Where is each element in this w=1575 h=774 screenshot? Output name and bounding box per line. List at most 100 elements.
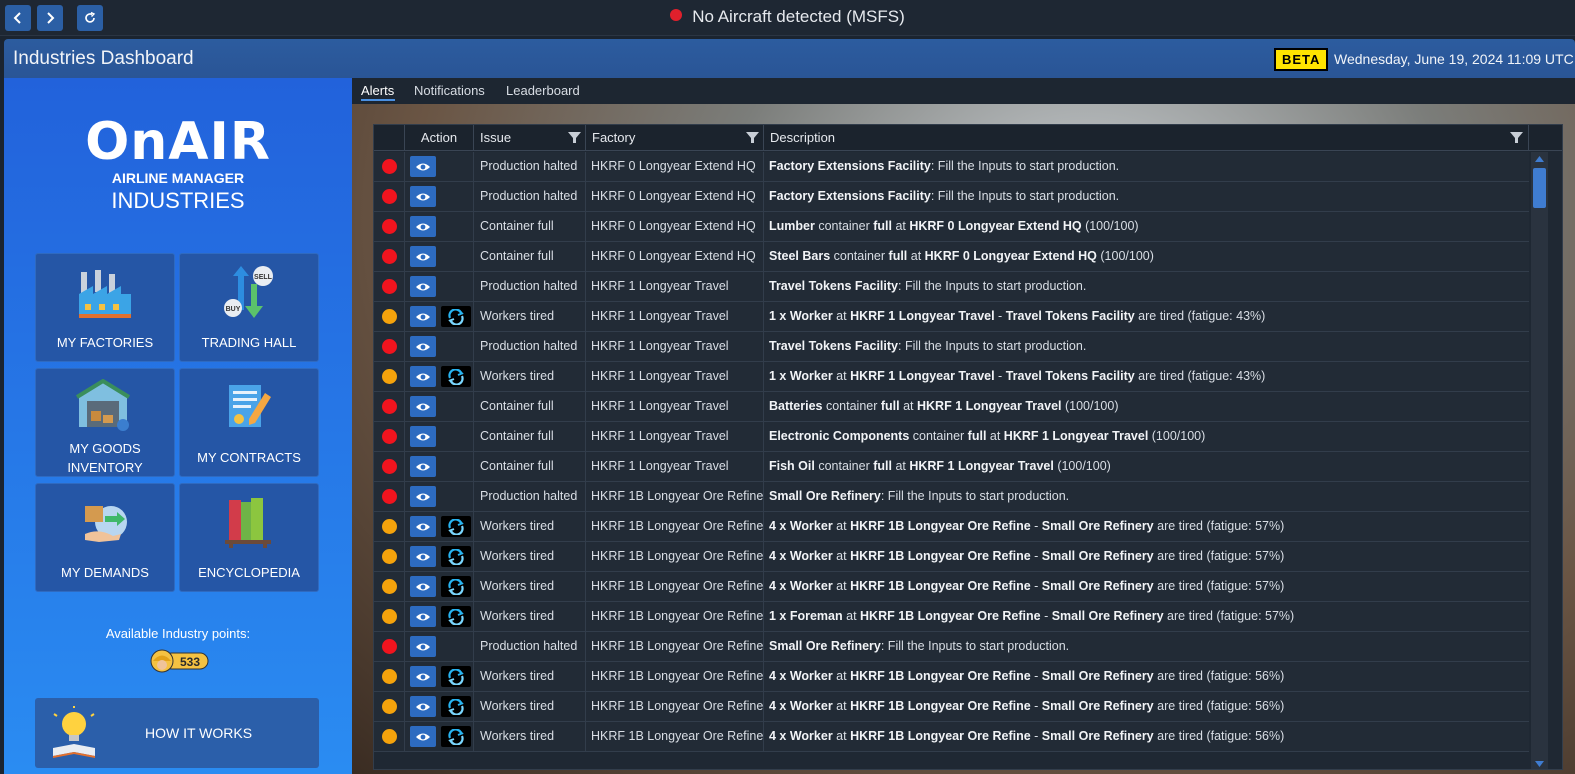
view-button[interactable] [410,336,436,357]
view-button[interactable] [410,696,436,717]
description-segment: - [994,309,1006,323]
description-segment: at [907,249,925,263]
view-button[interactable] [410,426,436,447]
issue-cell: Workers tired [474,512,586,541]
view-button[interactable] [410,456,436,477]
view-button[interactable] [410,246,436,267]
view-button[interactable] [410,276,436,297]
rotate-workers-button[interactable] [441,366,471,387]
table-row[interactable]: Container full HKRF 1 Longyear Travel Elec… [374,422,1529,452]
description-segment: Electronic Components [769,429,910,443]
rotate-workers-button[interactable] [441,666,471,687]
table-row[interactable]: Workers tired HKRF 1B Longyear Ore Refine… [374,542,1529,572]
table-row[interactable]: Workers tired HKRF 1B Longyear Ore Refine… [374,692,1529,722]
header-factory[interactable]: Factory [586,125,764,151]
trading-hall-tile[interactable]: SELL BUY TRADING HALL [179,253,319,362]
my-demands-tile[interactable]: MY DEMANDS [35,483,175,592]
view-button[interactable] [410,666,436,687]
table-header: Action Issue Factory Description [374,125,1562,151]
severity-dot-icon [382,339,397,354]
description-segment: at [891,219,910,233]
rotate-workers-button[interactable] [441,696,471,717]
issue-cell: Workers tired [474,362,586,391]
rotate-workers-button[interactable] [441,516,471,537]
view-button[interactable] [410,636,436,657]
table-row[interactable]: Workers tired HKRF 1B Longyear Ore Refine… [374,722,1529,752]
rotate-workers-button[interactable] [441,606,471,627]
table-row[interactable]: Container full HKRF 1 Longyear Travel Fish… [374,452,1529,482]
my-contracts-tile[interactable]: MY CONTRACTS [179,368,319,477]
description-segment: Travel Tokens Facility [769,339,898,353]
description-segment: HKRF 1 Longyear Travel [850,309,995,323]
description-segment: HKRF 0 Longyear Extend HQ [924,249,1097,263]
table-row[interactable]: Container full HKRF 1 Longyear Travel Batt… [374,392,1529,422]
how-it-works-button[interactable]: HOW IT WORKS [35,698,319,768]
scroll-up-button[interactable] [1531,152,1548,166]
header-issue[interactable]: Issue [474,125,586,151]
rotate-workers-button[interactable] [441,726,471,747]
view-button[interactable] [410,516,436,537]
table-row[interactable]: Workers tired HKRF 1 Longyear Travel 1 x W… [374,302,1529,332]
filter-icon[interactable] [746,131,759,144]
header-description[interactable]: Description [764,125,1529,151]
factory-cell: HKRF 0 Longyear Extend HQ [586,182,764,211]
demand-icon [36,494,174,552]
view-button[interactable] [410,306,436,327]
description-segment: : Fill the Inputs to start production. [880,639,1070,653]
encyclopedia-tile[interactable]: ENCYCLOPEDIA [179,483,319,592]
eye-icon [416,733,430,740]
rotate-workers-button[interactable] [441,576,471,597]
my-factories-tile[interactable]: MY FACTORIES [35,253,175,362]
eye-icon [416,433,430,440]
factory-cell: HKRF 0 Longyear Extend HQ [586,212,764,241]
view-button[interactable] [410,606,436,627]
severity-dot-icon [382,429,397,444]
view-button[interactable] [410,156,436,177]
table-scrollbar[interactable] [1531,152,1548,769]
view-button[interactable] [410,576,436,597]
table-row[interactable]: Workers tired HKRF 1B Longyear Ore Refine… [374,602,1529,632]
view-button[interactable] [410,726,436,747]
table-row[interactable]: Workers tired HKRF 1 Longyear Travel 1 x W… [374,362,1529,392]
filter-icon[interactable] [1510,131,1523,144]
warehouse-icon [36,379,174,437]
eye-icon [416,583,430,590]
rotate-workers-button[interactable] [441,546,471,567]
description-segment: full [873,219,892,233]
view-button[interactable] [410,546,436,567]
view-button[interactable] [410,216,436,237]
rotate-workers-button[interactable] [441,306,471,327]
view-button[interactable] [410,366,436,387]
action-cell [405,452,474,481]
view-button[interactable] [410,486,436,507]
table-row[interactable]: Production halted HKRF 1 Longyear Travel T… [374,332,1529,362]
refresh-icon [448,608,464,625]
issue-cell: Container full [474,392,586,421]
table-row[interactable]: Container full HKRF 0 Longyear Extend HQ S… [374,242,1529,272]
scroll-thumb[interactable] [1533,168,1546,208]
factory-cell: HKRF 1 Longyear Travel [586,452,764,481]
factory-cell: HKRF 1B Longyear Ore Refine [586,692,764,721]
tab-alerts[interactable]: Alerts [361,83,394,98]
table-row[interactable]: Workers tired HKRF 1B Longyear Ore Refine… [374,572,1529,602]
scroll-down-button[interactable] [1531,757,1548,769]
action-cell [405,212,474,241]
table-row[interactable]: Production halted HKRF 0 Longyear Extend … [374,182,1529,212]
table-row[interactable]: Container full HKRF 0 Longyear Extend HQ L… [374,212,1529,242]
table-row[interactable]: Workers tired HKRF 1B Longyear Ore Refine… [374,662,1529,692]
table-row[interactable]: Production halted HKRF 0 Longyear Extend … [374,152,1529,182]
severity-cell [374,182,405,211]
description-segment: at [891,459,910,473]
view-button[interactable] [410,396,436,417]
view-button[interactable] [410,186,436,207]
my-goods-inventory-tile[interactable]: MY GOODS INVENTORY [35,368,175,477]
table-row[interactable]: Production halted HKRF 1 Longyear Travel T… [374,272,1529,302]
tab-notifications[interactable]: Notifications [414,83,485,98]
table-row[interactable]: Workers tired HKRF 1B Longyear Ore Refine… [374,512,1529,542]
tab-leaderboard[interactable]: Leaderboard [506,83,580,98]
table-row[interactable]: Production halted HKRF 1B Longyear Ore Re… [374,632,1529,662]
description-cell: 4 x Worker at HKRF 1B Longyear Ore Refin… [764,512,1529,541]
beta-badge: BETA [1274,48,1329,71]
table-row[interactable]: Production halted HKRF 1B Longyear Ore Re… [374,482,1529,512]
filter-icon[interactable] [568,131,581,144]
